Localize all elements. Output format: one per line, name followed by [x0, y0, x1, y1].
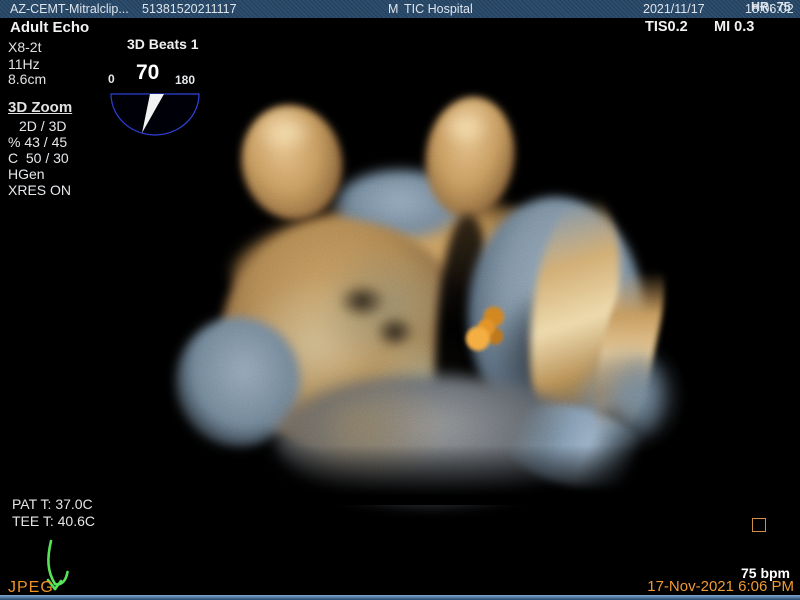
param-compress: C 50 / 30: [8, 150, 71, 166]
speckle-noise-overlay: [170, 85, 680, 505]
depth-value: 8.6cm: [8, 71, 46, 87]
probe-name: X8-2t: [8, 39, 41, 55]
system-date: 2021/11/17: [643, 2, 705, 16]
param-hgen: HGen: [8, 166, 71, 182]
tis-value: TIS0.2: [645, 19, 688, 35]
render-bottom-fade: [170, 445, 680, 505]
exam-preset: Adult Echo: [10, 19, 89, 36]
param-2d3d: 2D / 3D: [8, 118, 71, 134]
modality-label: M: [388, 2, 398, 16]
acquisition-datetime: 17-Nov-2021 6:06 PM: [647, 578, 794, 595]
mi-value: MI 0.3: [714, 19, 754, 35]
imaging-parameters: 2D / 3D % 43 / 45 C 50 / 30 HGen XRES ON: [8, 118, 71, 198]
title-bar: AZ-CEMT-Mitralclip... 51381520211117 M T…: [0, 0, 800, 18]
frame-marker-icon: [752, 518, 766, 532]
gauge-min-label: 0: [108, 72, 115, 86]
hospital-name: TIC Hospital: [404, 2, 473, 16]
bottom-status-bar: [0, 595, 800, 600]
study-id: 51381520211117: [142, 2, 237, 16]
param-xres: XRES ON: [8, 182, 71, 198]
echo-3d-render: [170, 85, 680, 505]
ultrasound-screen: AZ-CEMT-Mitralclip... 51381520211117 M T…: [0, 0, 800, 600]
frame-rate: 11Hz: [8, 56, 40, 72]
mode-label: 3D Zoom: [8, 99, 72, 116]
beats-label: 3D Beats 1: [127, 36, 199, 52]
param-gain: % 43 / 45: [8, 134, 71, 150]
gauge-angle-value: 70: [136, 61, 159, 85]
patient-temperature: PAT T: 37.0C: [12, 496, 93, 512]
tee-probe-temperature: TEE T: 40.6C: [12, 513, 95, 529]
study-name: AZ-CEMT-Mitralclip...: [10, 2, 129, 16]
heart-rate-overlay: HR: 75: [751, 0, 791, 14]
